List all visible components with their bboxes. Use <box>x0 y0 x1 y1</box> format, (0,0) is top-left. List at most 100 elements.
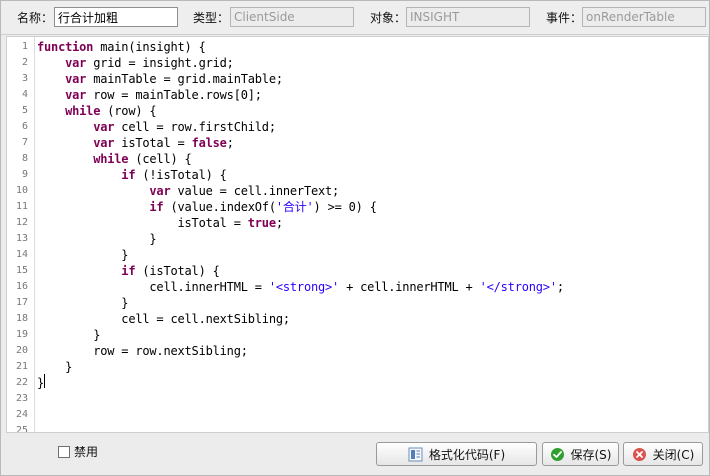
line-number: 16 <box>15 281 28 292</box>
event-label: 事件： <box>546 11 583 25</box>
code-text: isTotal = <box>114 136 192 150</box>
line-number: 21 <box>15 361 28 372</box>
line-number: 6 <box>21 121 28 132</box>
format-code-label: 格式化代码(F) <box>428 447 506 462</box>
code-line: } <box>37 375 44 391</box>
code-line: function main(insight) { <box>37 39 206 55</box>
line-number: 9 <box>21 169 28 180</box>
code-text: cell = cell.nextSibling; <box>121 312 290 326</box>
code-text: cell.innerHTML = <box>149 280 269 294</box>
object-field <box>406 7 530 27</box>
save-label: 保存(S) <box>570 447 612 462</box>
object-label: 对象： <box>370 11 407 25</box>
code-text: (cell) { <box>128 152 192 166</box>
line-number: 24 <box>15 409 28 420</box>
code-text: row = mainTable.rows[0]; <box>86 88 262 102</box>
code-line: cell.innerHTML = '<strong>' + cell.inner… <box>37 279 564 295</box>
code-line: var value = cell.innerText; <box>37 183 339 199</box>
code-line: var row = mainTable.rows[0]; <box>37 87 262 103</box>
code-text: main(insight) { <box>93 40 206 54</box>
line-number: 23 <box>15 393 28 404</box>
close-label: 关闭(C) <box>652 447 695 462</box>
line-number: 10 <box>15 185 28 196</box>
code-keyword: var <box>65 72 87 86</box>
code-text: (value.indexOf( <box>163 200 276 214</box>
code-text: row = row.nextSibling; <box>93 344 248 358</box>
line-number: 17 <box>15 297 28 308</box>
code-line: if (value.indexOf('合计') >= 0) { <box>37 199 377 215</box>
code-text: } <box>121 296 129 310</box>
code-string: '</strong>' <box>479 280 557 294</box>
code-line: } <box>37 359 72 375</box>
line-number: 5 <box>21 105 28 116</box>
code-text: ; <box>556 280 564 294</box>
code-keyword: var <box>65 56 87 70</box>
format-code-button[interactable]: 格式化代码(F) <box>376 442 537 466</box>
code-text: } <box>65 360 73 374</box>
code-editor[interactable]: 1 2 3 4 5 6 7 8 9 10 11 12 13 14 15 16 17 18 19 20 21 22 23 24 2… <box>6 36 709 433</box>
disable-label: 禁用 <box>74 445 99 459</box>
code-line: isTotal = true; <box>37 215 284 231</box>
check-icon <box>550 447 565 462</box>
line-number: 2 <box>21 57 28 68</box>
code-string: '<strong>' <box>268 280 340 294</box>
code-keyword: var <box>149 184 171 198</box>
code-line: var grid = insight.grid; <box>37 55 234 71</box>
line-number: 14 <box>15 249 28 260</box>
event-field <box>582 7 706 27</box>
format-code-icon <box>408 447 423 462</box>
code-string: '合计' <box>275 200 314 214</box>
code-keyword: if <box>121 264 136 278</box>
line-number: 12 <box>15 217 28 228</box>
code-text: } <box>149 232 157 246</box>
code-text: value = cell.innerText; <box>170 184 340 198</box>
type-label: 类型： <box>193 11 230 25</box>
code-text: } <box>93 328 101 342</box>
line-number: 4 <box>21 89 28 100</box>
code-keyword: var <box>93 136 115 150</box>
code-text: ; <box>226 136 234 150</box>
code-line: if (isTotal) { <box>37 263 220 279</box>
line-number: 19 <box>15 329 28 340</box>
code-keyword: var <box>65 88 87 102</box>
code-line: while (row) { <box>37 103 157 119</box>
code-keyword: true <box>247 216 276 230</box>
code-text: ) >= 0) { <box>313 200 377 214</box>
code-keyword: if <box>149 200 164 214</box>
header-bar: 名称： 类型： 对象： 事件： <box>1 1 709 35</box>
code-text: (row) { <box>100 104 157 118</box>
code-line: } <box>37 231 156 247</box>
line-number: 15 <box>15 265 28 276</box>
code-keyword: while <box>93 152 129 166</box>
name-label: 名称： <box>17 11 54 25</box>
line-number: 7 <box>21 137 28 148</box>
script-editor-dialog: 名称： 类型： 对象： 事件： 123456789101112131415161… <box>0 0 710 476</box>
code-keyword: false <box>191 136 227 150</box>
code-line: var cell = row.firstChild; <box>37 119 276 135</box>
line-number: 22 <box>15 377 28 388</box>
code-line: } <box>37 327 100 343</box>
code-line: cell = cell.nextSibling; <box>37 311 290 327</box>
disable-checkbox[interactable] <box>58 446 70 458</box>
save-button[interactable]: 保存(S) <box>542 442 619 466</box>
code-keyword: function <box>37 40 94 54</box>
name-field[interactable] <box>54 7 178 27</box>
code-text: grid = insight.grid; <box>86 56 234 70</box>
line-number: 1 <box>21 41 28 52</box>
close-button[interactable]: 关闭(C) <box>623 442 703 466</box>
line-number: 3 <box>21 73 28 84</box>
type-field <box>230 7 354 27</box>
code-line: var isTotal = false; <box>37 135 234 151</box>
line-number: 18 <box>15 313 28 324</box>
code-text: ; <box>275 216 283 230</box>
code-line: } <box>37 295 128 311</box>
line-number: 8 <box>21 153 28 164</box>
code-line: row = row.nextSibling; <box>37 343 248 359</box>
code-keyword: while <box>65 104 101 118</box>
code-text: isTotal = <box>177 216 248 230</box>
code-text: } <box>37 376 45 390</box>
code-keyword: if <box>121 168 136 182</box>
code-text: } <box>121 248 129 262</box>
code-text: mainTable = grid.mainTable; <box>86 72 283 86</box>
code-line: } <box>37 247 128 263</box>
